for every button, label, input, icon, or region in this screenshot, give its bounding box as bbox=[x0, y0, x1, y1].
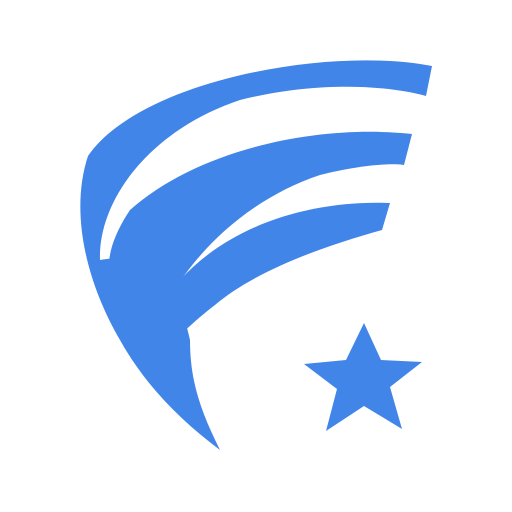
shooting-star-icon bbox=[80, 60, 432, 450]
logo-canvas bbox=[0, 0, 512, 512]
star-icon bbox=[304, 323, 422, 431]
